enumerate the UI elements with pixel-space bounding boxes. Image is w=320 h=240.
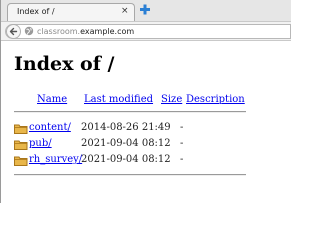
- modified-date: 2021-09-04 08:12: [81, 154, 171, 165]
- folder-link[interactable]: content/: [29, 122, 71, 133]
- folder-icon: [14, 140, 28, 150]
- file-size: -: [180, 138, 184, 149]
- page-content: Index of / Name Last modified Size Descr…: [1, 41, 291, 203]
- close-icon[interactable]: ×: [121, 6, 129, 16]
- file-size: -: [180, 154, 184, 165]
- folder-link[interactable]: pub/: [29, 138, 52, 149]
- table-row: pub/ 2021-09-04 08:12 -: [1, 137, 291, 151]
- tab-index[interactable]: Index of / ×: [7, 3, 135, 22]
- browser-window: Index of / × classroom.example.com Index: [0, 0, 291, 203]
- back-button[interactable]: [6, 24, 21, 39]
- url-domain: example.com: [80, 27, 135, 36]
- file-size: -: [180, 122, 184, 133]
- divider-top: [14, 111, 246, 113]
- table-row: rh_survey/ 2021-09-04 08:12 -: [1, 153, 291, 167]
- url-bar[interactable]: classroom.example.com: [5, 24, 291, 39]
- folder-icon: [14, 156, 28, 166]
- navigation-bar: classroom.example.com: [1, 21, 291, 41]
- modified-date: 2014-08-26 21:49: [81, 122, 171, 133]
- column-header-size[interactable]: Size: [161, 94, 182, 105]
- tab-strip: Index of / ×: [1, 0, 291, 22]
- column-header-name[interactable]: Name: [37, 94, 67, 105]
- url-host: classroom.: [37, 27, 81, 36]
- url-text[interactable]: classroom.example.com: [37, 26, 134, 37]
- globe-icon: [24, 26, 34, 36]
- table-row: content/ 2014-08-26 21:49 -: [1, 121, 291, 135]
- column-header-description[interactable]: Description: [186, 94, 245, 105]
- plus-icon[interactable]: [139, 3, 151, 16]
- back-arrow-icon: [9, 27, 18, 36]
- modified-date: 2021-09-04 08:12: [81, 138, 171, 149]
- tab-title: Index of /: [17, 7, 55, 16]
- folder-link[interactable]: rh_survey/: [29, 154, 82, 165]
- page-title: Index of /: [14, 53, 115, 75]
- folder-icon: [14, 124, 28, 134]
- column-header-last-modified[interactable]: Last modified: [84, 94, 153, 105]
- divider-bottom: [14, 174, 246, 176]
